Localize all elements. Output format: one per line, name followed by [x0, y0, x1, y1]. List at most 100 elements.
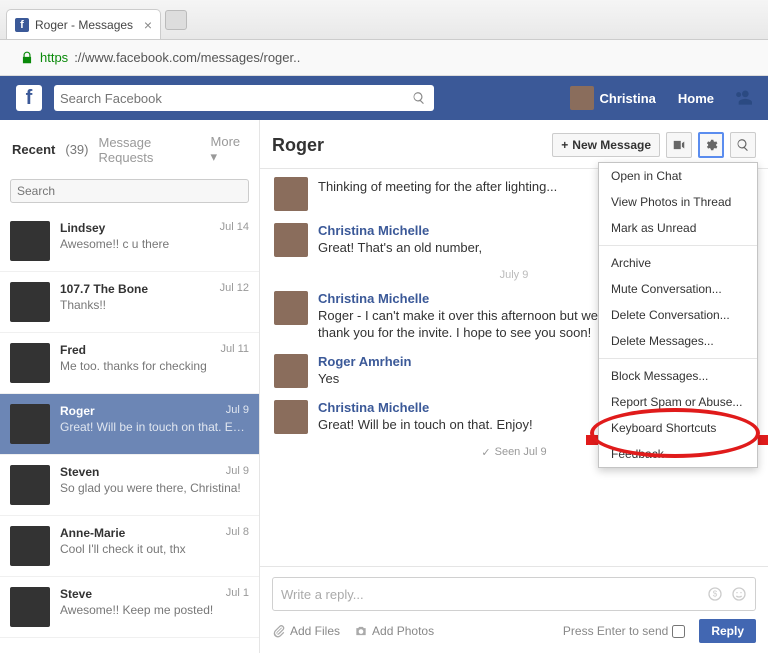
avatar	[10, 282, 50, 322]
conv-date: Jul 1	[226, 587, 249, 601]
menu-item[interactable]: Mark as Unread	[599, 215, 757, 241]
conversation-sidebar: Recent (39) Message Requests More ▾ Lind…	[0, 120, 260, 653]
conv-date: Jul 9	[226, 465, 249, 479]
menu-item[interactable]: Open in Chat	[599, 163, 757, 189]
avatar	[10, 343, 50, 383]
facebook-logo-icon[interactable]: f	[16, 85, 42, 111]
avatar	[10, 587, 50, 627]
message-requests[interactable]: Message Requests	[98, 135, 200, 165]
menu-item[interactable]: Block Messages...	[599, 363, 757, 389]
check-icon: ✓	[481, 446, 490, 459]
conversation-settings-menu: Open in ChatView Photos in ThreadMark as…	[598, 162, 758, 468]
recent-count: (39)	[65, 142, 88, 157]
avatar	[274, 291, 308, 325]
conv-name: 107.7 The Bone	[60, 282, 148, 296]
camera-icon	[354, 624, 368, 638]
avatar	[10, 526, 50, 566]
avatar	[10, 465, 50, 505]
menu-item[interactable]: Delete Messages...	[599, 328, 757, 354]
conv-preview: Awesome!! c u there	[60, 237, 249, 251]
recent-label: Recent	[12, 142, 55, 157]
avatar	[570, 86, 594, 110]
composer: Write a reply... $ Add Files A	[260, 566, 768, 653]
reply-textarea[interactable]: Write a reply... $	[272, 577, 756, 611]
conv-preview: Me too. thanks for checking	[60, 359, 249, 373]
dollar-icon[interactable]: $	[707, 586, 723, 602]
conv-name: Steven	[60, 465, 99, 479]
avatar	[274, 223, 308, 257]
conv-name: Lindsey	[60, 221, 105, 235]
conv-date: Jul 12	[220, 282, 249, 296]
conv-preview: Thanks!!	[60, 298, 249, 312]
svg-text:$: $	[713, 590, 718, 599]
press-enter-toggle[interactable]: Press Enter to send	[563, 624, 685, 638]
menu-item[interactable]: Report Spam or Abuse...	[599, 389, 757, 415]
conversation-item[interactable]: Steve Jul 1 Awesome!! Keep me posted!	[0, 577, 259, 638]
user-name: Christina	[600, 91, 656, 106]
conversation-item[interactable]: Steven Jul 9 So glad you were there, Chris…	[0, 455, 259, 516]
conv-preview: Great! Will be in touch on that. En...	[60, 420, 249, 434]
add-files-button[interactable]: Add Files	[272, 624, 340, 638]
url-protocol: https	[40, 50, 68, 65]
home-link[interactable]: Home	[678, 91, 714, 106]
avatar	[10, 404, 50, 444]
menu-item[interactable]: Delete Conversation...	[599, 302, 757, 328]
browser-tab[interactable]: f Roger - Messages ×	[6, 9, 161, 39]
conv-preview: Awesome!! Keep me posted!	[60, 603, 249, 617]
avatar	[274, 177, 308, 211]
conversation-item[interactable]: Roger Jul 9 Great! Will be in touch on tha…	[0, 394, 259, 455]
video-call-button[interactable]	[666, 132, 692, 158]
avatar	[274, 354, 308, 388]
header-search[interactable]	[54, 85, 434, 111]
conv-name: Steve	[60, 587, 92, 601]
conversation-item[interactable]: 107.7 The Bone Jul 12 Thanks!!	[0, 272, 259, 333]
new-tab-button[interactable]	[165, 10, 187, 30]
avatar	[10, 221, 50, 261]
reply-button[interactable]: Reply	[699, 619, 756, 643]
plus-icon: +	[561, 138, 568, 152]
lock-icon	[20, 51, 34, 65]
conv-name: Fred	[60, 343, 86, 357]
browser-tab-bar: f Roger - Messages ×	[0, 0, 768, 40]
settings-gear-button[interactable]	[698, 132, 724, 158]
facebook-favicon-icon: f	[15, 18, 29, 32]
avatar	[274, 400, 308, 434]
menu-separator	[599, 358, 757, 359]
conv-date: Jul 9	[226, 404, 249, 418]
thread-search-button[interactable]	[730, 132, 756, 158]
sidebar-search-input[interactable]	[10, 179, 249, 203]
conv-preview: Cool I'll check it out, thx	[60, 542, 249, 556]
menu-item[interactable]: Feedback	[599, 441, 757, 467]
menu-item[interactable]: Mute Conversation...	[599, 276, 757, 302]
new-message-button[interactable]: + New Message	[552, 133, 660, 157]
search-input[interactable]	[60, 91, 412, 106]
url-path: ://www.facebook.com/messages/roger..	[74, 50, 300, 65]
search-icon[interactable]	[412, 91, 428, 105]
conv-name: Roger	[60, 404, 95, 418]
conversation-item[interactable]: Anne-Marie Jul 8 Cool I'll check it out, t…	[0, 516, 259, 577]
enter-checkbox[interactable]	[672, 625, 685, 638]
facebook-header: f Christina Home	[0, 76, 768, 120]
conversation-item[interactable]: Lindsey Jul 14 Awesome!! c u there	[0, 211, 259, 272]
paperclip-icon	[272, 624, 286, 638]
conv-preview: So glad you were there, Christina!	[60, 481, 249, 495]
conv-date: Jul 14	[220, 221, 249, 235]
thread-title: Roger	[272, 135, 324, 156]
conv-date: Jul 8	[226, 526, 249, 540]
conv-date: Jul 11	[220, 343, 249, 357]
conv-name: Anne-Marie	[60, 526, 125, 540]
menu-item[interactable]: View Photos in Thread	[599, 189, 757, 215]
thread-panel: Roger + New Message Thinking of meeting …	[260, 120, 768, 653]
more-dropdown[interactable]: More ▾	[211, 134, 247, 165]
friends-icon[interactable]	[732, 88, 752, 108]
address-bar[interactable]: https ://www.facebook.com/messages/roger.…	[0, 40, 768, 76]
add-photos-button[interactable]: Add Photos	[354, 624, 434, 638]
conversation-item[interactable]: Fred Jul 11 Me too. thanks for checking	[0, 333, 259, 394]
tab-title: Roger - Messages	[35, 18, 133, 32]
emoji-icon[interactable]	[731, 586, 747, 602]
menu-item[interactable]: Archive	[599, 250, 757, 276]
header-user[interactable]: Christina	[570, 86, 656, 110]
menu-item[interactable]: Keyboard Shortcuts	[599, 415, 757, 441]
menu-separator	[599, 245, 757, 246]
close-tab-icon[interactable]: ×	[144, 17, 152, 33]
